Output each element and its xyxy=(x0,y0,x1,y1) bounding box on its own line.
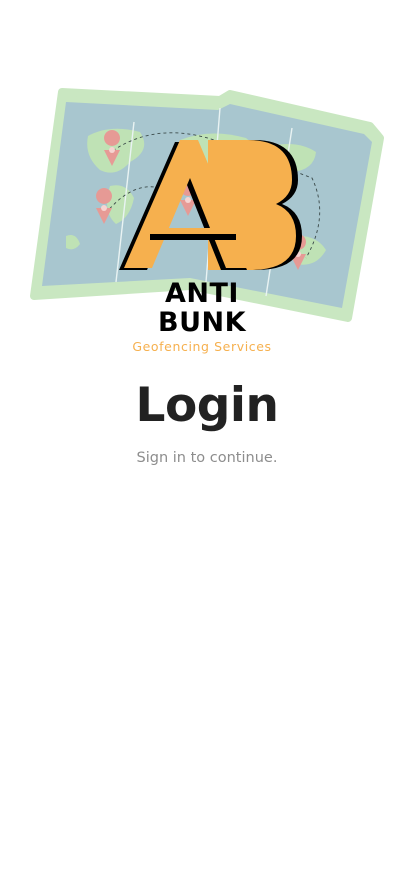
page-subtitle: Sign in to continue. xyxy=(136,450,278,466)
page-title: Login xyxy=(135,378,279,433)
brand-name-line2: BUNK xyxy=(157,307,247,338)
brand-tagline: Geofencing Services xyxy=(132,339,272,354)
brand-name-line1: ANTI xyxy=(165,278,239,309)
app-logo: ANTI BUNK Geofencing Services xyxy=(30,86,384,360)
